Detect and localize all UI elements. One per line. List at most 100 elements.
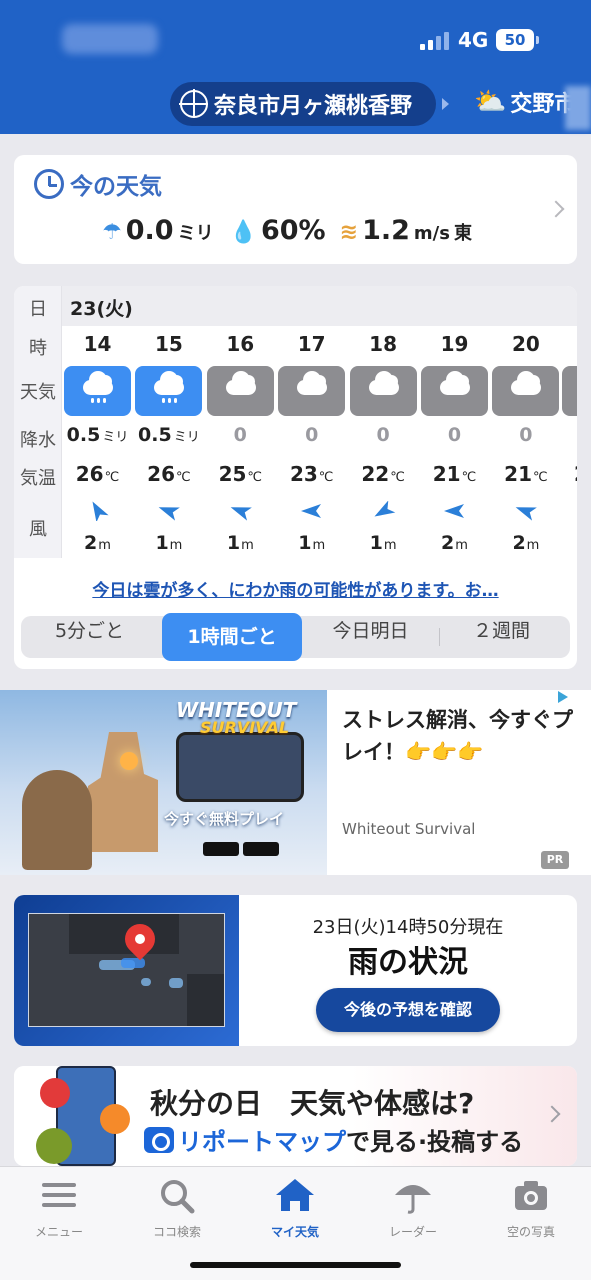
nav-menu[interactable]: メニュー xyxy=(4,1175,114,1239)
hour-label: 16 xyxy=(226,332,255,356)
temp-unit: ℃ xyxy=(533,470,548,485)
tab-2weeks[interactable]: ２週間 xyxy=(433,616,570,658)
cloud-icon xyxy=(421,366,488,416)
current-location-name: 奈良市月ヶ瀬桃香野 xyxy=(214,94,413,119)
forecast-summary-link[interactable]: 今日は雲が多く、にわか雨の可能性があります。お… xyxy=(14,576,577,601)
cloud-icon xyxy=(206,366,274,416)
nav-search-label: ココ検索 xyxy=(152,1225,201,1239)
ad-phone-art xyxy=(176,732,304,802)
next-location-tab[interactable]: ⛅ 交野市 xyxy=(474,86,576,118)
current-location-pill[interactable]: 奈良市月ヶ瀬桃香野 xyxy=(170,82,436,126)
nav-radar[interactable]: レーダー xyxy=(358,1175,468,1239)
promo-line-2: リポートマップ で見る·投稿する xyxy=(144,1122,523,1157)
tab-hourly[interactable]: 1時間ごと xyxy=(162,613,302,661)
temp-value: 26 xyxy=(75,462,104,486)
ad-image[interactable]: WHITEOUT SURVIVAL 今すぐ無料プレイ xyxy=(0,690,327,875)
hour-label: 17 xyxy=(297,332,326,356)
wind-icon: ≋ xyxy=(339,220,359,245)
nav-my-weather[interactable]: マイ天気 xyxy=(240,1175,350,1239)
wind-speed-cell: 2m xyxy=(62,532,133,554)
wind-direction: 東 xyxy=(453,223,472,244)
search-icon xyxy=(161,1180,195,1214)
wind-value: 1.2 xyxy=(362,215,410,246)
precip-unit: ミリ xyxy=(173,430,200,445)
temp-cell: 26℃ xyxy=(133,462,204,486)
day-row: 23(火) xyxy=(62,286,577,326)
temp-cell: 23℃ xyxy=(276,462,347,486)
location-target-icon xyxy=(179,89,208,118)
check-forecast-button[interactable]: 今後の予想を確認 xyxy=(316,988,500,1032)
wind-speed-value: 2 xyxy=(441,532,455,554)
hour-label: 18 xyxy=(369,332,398,356)
rain-cloud-icon xyxy=(135,366,203,416)
tab-5min[interactable]: 5分ごと xyxy=(21,616,158,658)
wind-speed-unit: m xyxy=(312,538,326,553)
promo-highlight: リポートマップ xyxy=(178,1128,346,1156)
precip-cell: 0 xyxy=(348,424,419,446)
precip-value: 0.5 xyxy=(66,424,101,446)
interval-segmented-control: 5分ごと 1時間ごと 今日明日 ２週間 xyxy=(21,613,570,661)
network-type: 4G xyxy=(458,28,489,52)
current-weather-card[interactable]: 今の天気 ☂ 0.0 ミリ 💧 60% ≋ 1.2 m/s 東 xyxy=(14,155,577,264)
location-next-arrow-icon xyxy=(442,98,449,110)
current-weather-title-text: 今の天気 xyxy=(70,174,162,200)
precip-unit: ミリ xyxy=(102,430,129,445)
hour-column: 14 0.5 ミリ 26℃ 2m xyxy=(62,326,133,558)
nav-sky-photo[interactable]: 空の写真 xyxy=(476,1175,586,1239)
precip-value: 0 xyxy=(447,424,462,446)
temp-cell: 22℃ xyxy=(348,462,419,486)
row-label-column: 日 時 天気 降水 気温 風 xyxy=(14,286,62,558)
precip-value: 0 xyxy=(376,424,390,446)
ad-headline[interactable]: ストレス解消、今すぐプレイ！👉👉👉 xyxy=(342,704,582,768)
wind-speed-unit: m xyxy=(169,538,183,553)
precip-cell: 0 xyxy=(205,424,276,446)
day-label: 23(火) xyxy=(70,298,133,320)
nav-search[interactable]: ココ検索 xyxy=(122,1175,232,1239)
nav-menu-label: メニュー xyxy=(34,1225,83,1239)
hour-label: 20 xyxy=(511,332,540,356)
cloud-icon xyxy=(492,366,560,416)
wind-direction-arrow-icon xyxy=(230,507,252,521)
rain-timestamp: 23日(火)14時50分現在 xyxy=(312,917,504,938)
wind-speed-value: 1 xyxy=(226,532,241,554)
ad-pr-badge: PR xyxy=(541,851,569,869)
wind-speed-unit: m xyxy=(455,538,468,553)
nav-radar-label: レーダー xyxy=(388,1225,437,1239)
wind-speed-unit: m xyxy=(98,538,111,553)
rain-status-card[interactable]: 23日(火)14時50分現在 雨の状況 今後の予想を確認 xyxy=(14,895,577,1046)
rain-status-title: 雨の状況 xyxy=(348,945,468,980)
wind-speed-cell: 2m xyxy=(490,532,561,554)
temp-unit: ℃ xyxy=(247,470,263,485)
report-map-promo[interactable]: 秋分の日 天気や体感は? リポートマップ で見る·投稿する xyxy=(14,1066,577,1166)
promo-line-1: 秋分の日 天気や体感は? xyxy=(150,1087,475,1120)
signal-icon xyxy=(420,32,449,50)
menu-icon xyxy=(42,1183,76,1207)
temp-value: 25 xyxy=(218,462,247,486)
row-label-precip: 降水 xyxy=(20,430,56,451)
row-label-temp: 気温 xyxy=(20,468,56,489)
rain-map-panel xyxy=(14,895,239,1046)
promo-line-2-rest: で見る·投稿する xyxy=(346,1128,524,1156)
wind-direction-arrow-icon xyxy=(516,507,538,521)
tab-today-tomorrow[interactable]: 今日明日 xyxy=(302,616,439,658)
wind-unit: m/s xyxy=(413,223,450,244)
row-label-hour: 時 xyxy=(29,338,47,359)
temp-value: 22 xyxy=(361,462,390,486)
hour-column: 18 0 22℃ 1m xyxy=(348,326,419,558)
rain-cloud-icon: ☂ xyxy=(102,220,122,245)
blurred-carrier-name xyxy=(62,24,158,54)
wind-speed-cell: 1m xyxy=(276,532,347,554)
ad-choices-icon[interactable] xyxy=(558,691,568,703)
ad-logo-bottom: SURVIVAL xyxy=(200,718,290,737)
home-icon xyxy=(276,1179,314,1211)
partly-cloudy-icon: ⛅ xyxy=(474,87,507,117)
row-label-weather: 天気 xyxy=(20,382,56,403)
temp-value: 21 xyxy=(432,462,461,486)
umbrella-icon xyxy=(395,1185,431,1214)
ad-banner[interactable]: WHITEOUT SURVIVAL 今すぐ無料プレイ ストレス解消、今すぐプレイ… xyxy=(0,690,591,875)
blurred-overflow xyxy=(565,86,591,130)
hour-label: 19 xyxy=(440,332,469,356)
cloud-icon xyxy=(278,366,346,416)
wind-speed-cell: 1m xyxy=(205,532,276,554)
wind-speed-value: 2 xyxy=(512,532,526,554)
